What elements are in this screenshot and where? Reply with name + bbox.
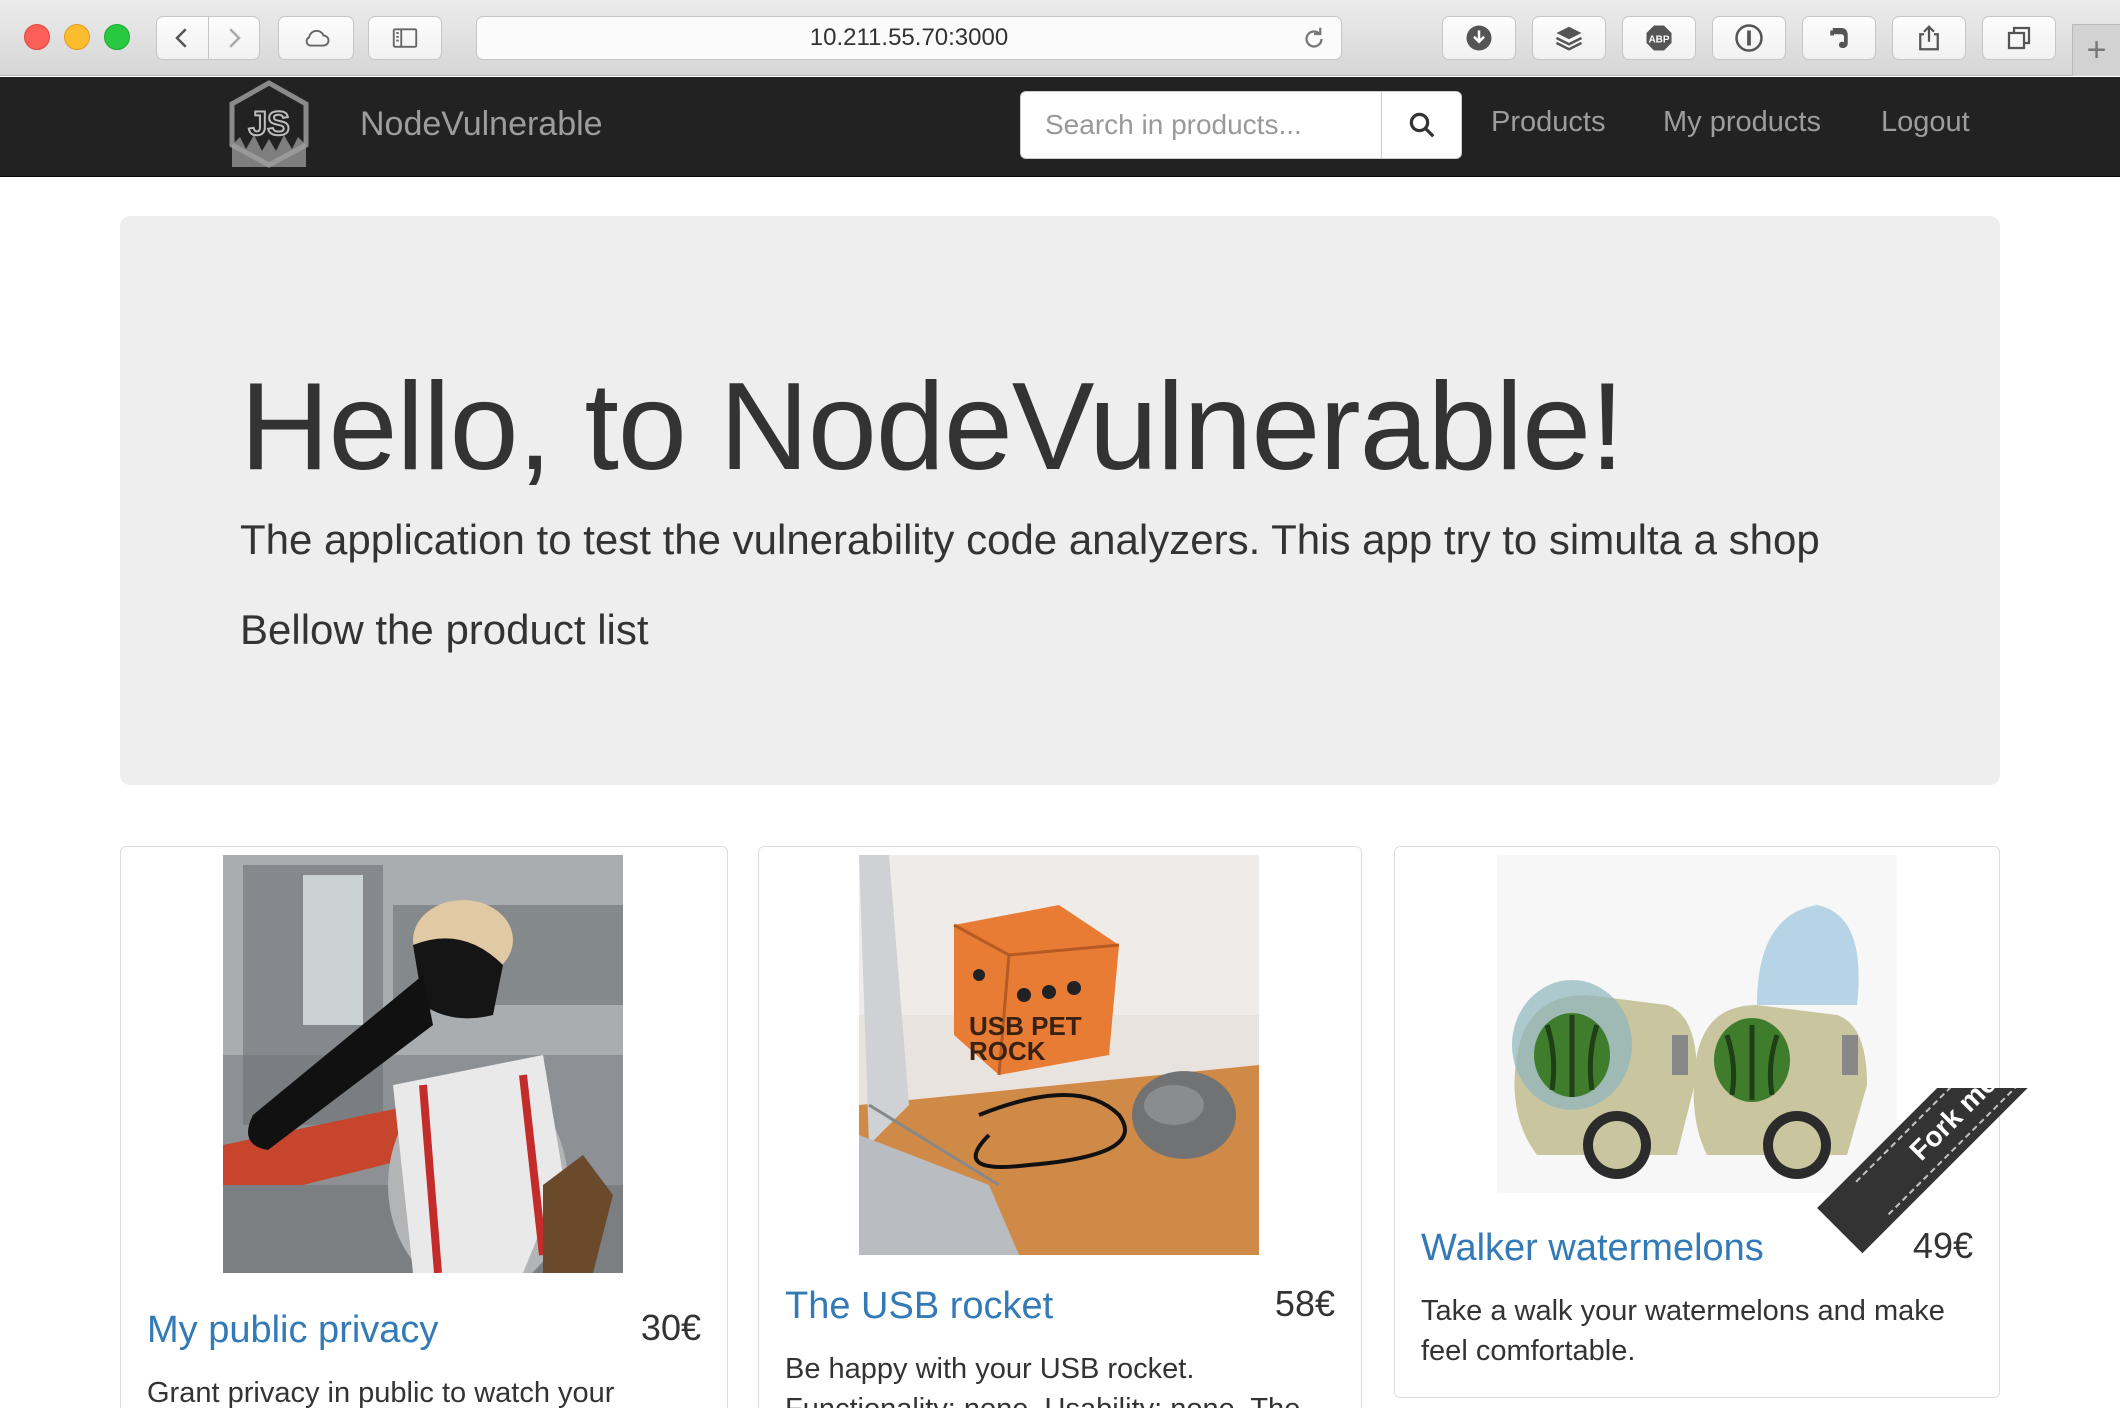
product-card: My public privacy 30€ Grant privacy in p… [120, 846, 728, 1408]
nav-link-logout[interactable]: Logout [1881, 106, 1970, 139]
product-description: Be happy with your USB rocket. Functiona… [785, 1349, 1345, 1408]
layers-icon [1555, 26, 1583, 51]
minimize-window-button[interactable] [64, 24, 90, 50]
sidebar-icon [392, 28, 418, 48]
lead-text: The application to test the vulnerabilit… [240, 516, 1820, 563]
zoom-window-button[interactable] [104, 24, 130, 50]
nav-link-products[interactable]: Products [1491, 106, 1605, 139]
browser-toolbar: 10.211.55.70:3000 ABP + [0, 0, 2120, 76]
brand-link[interactable]: NodeVulnerable [360, 105, 603, 144]
fork-me-on-github-link[interactable]: Fork me on GitHub [1820, 1088, 2120, 1251]
product-price: 30€ [640, 1307, 701, 1348]
nodejs-logo-icon[interactable]: JS [226, 79, 312, 169]
1password-icon [1735, 24, 1763, 52]
product-image-usb-rocket[interactable]: USB PET ROCK [859, 855, 1259, 1255]
search-icon [1409, 112, 1434, 138]
share-icon [1919, 25, 1939, 51]
tabs-icon [2007, 26, 2031, 50]
sidebar-button[interactable] [368, 16, 442, 60]
product-card: USB PET ROCK The USB rocket 58€ Be happy… [758, 846, 1362, 1408]
layers-extension-button[interactable] [1532, 16, 1606, 60]
search-button[interactable] [1382, 91, 1462, 159]
app-navbar: JS NodeVulnerable Products My products L… [0, 77, 2120, 177]
history-nav [156, 16, 260, 60]
password-manager-button[interactable] [1712, 16, 1786, 60]
icloud-tabs-button[interactable] [278, 16, 354, 60]
description-line: Functionality: none. Usability: none. Th… [785, 1389, 1345, 1408]
page-title: Hello, to NodeVulnerable! [240, 358, 1625, 496]
tab-overview-button[interactable] [1982, 16, 2056, 60]
adblock-icon: ABP [1646, 25, 1672, 51]
product-description: Grant privacy in public to watch your [147, 1377, 615, 1408]
evernote-icon [1830, 28, 1848, 48]
svg-text:ROCK: ROCK [969, 1036, 1046, 1066]
adblock-extension-button[interactable]: ABP [1622, 16, 1696, 60]
plus-icon: + [2086, 31, 2107, 69]
product-image-privacy[interactable] [223, 855, 623, 1273]
download-icon [1466, 25, 1492, 51]
forward-button[interactable] [207, 17, 259, 59]
fork-ribbon: Fork me on GitHub [1800, 1088, 2120, 1408]
evernote-extension-button[interactable] [1802, 16, 1876, 60]
back-button[interactable] [157, 17, 208, 59]
svg-text:ABP: ABP [1648, 34, 1669, 45]
welcome-jumbotron: Hello, to NodeVulnerable! The applicatio… [120, 216, 2000, 785]
chevron-right-icon [229, 28, 241, 48]
search-input[interactable] [1020, 91, 1382, 159]
url-text: 10.211.55.70:3000 [809, 24, 1009, 51]
product-title[interactable]: Walker watermelons [1421, 1227, 1764, 1270]
downloads-button[interactable] [1442, 16, 1516, 60]
chevron-left-icon [175, 28, 188, 48]
product-price: 58€ [1274, 1283, 1335, 1324]
reload-icon[interactable] [1299, 24, 1329, 54]
share-button[interactable] [1892, 16, 1966, 60]
product-title[interactable]: My public privacy [147, 1309, 438, 1352]
ribbon-text: Fork me on GitHub [1855, 1088, 2120, 1216]
description-line: Be happy with your USB rocket. [785, 1353, 1195, 1385]
cloud-icon [305, 29, 330, 47]
address-bar[interactable]: 10.211.55.70:3000 [476, 16, 1342, 60]
close-window-button[interactable] [24, 24, 50, 50]
product-title[interactable]: The USB rocket [785, 1285, 1053, 1328]
svg-text:JS: JS [248, 105, 290, 143]
new-tab-button[interactable]: + [2072, 24, 2120, 76]
sub-text: Bellow the product list [240, 606, 649, 653]
product-search-form [1020, 91, 1462, 159]
nav-link-my-products[interactable]: My products [1663, 106, 1821, 139]
